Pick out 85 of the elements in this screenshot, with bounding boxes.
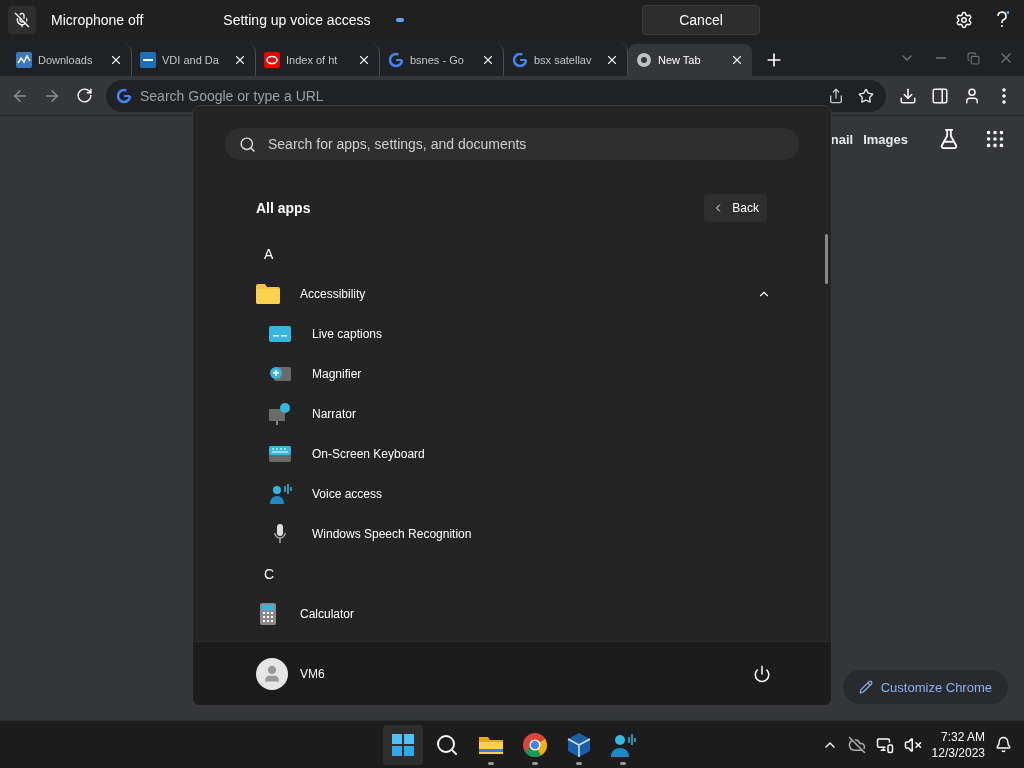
clock[interactable]: 7:32 AM 12/3/2023	[931, 728, 985, 761]
power-icon[interactable]	[753, 664, 771, 683]
app-row[interactable]: Narrator	[256, 394, 831, 434]
side-panel-icon	[931, 86, 949, 105]
taskbar-button[interactable]	[383, 725, 423, 765]
close-icon[interactable]	[605, 53, 619, 67]
search-field[interactable]: Search for apps, settings, and documents	[225, 128, 799, 160]
search-icon	[239, 136, 256, 153]
microphone-button[interactable]	[8, 6, 36, 34]
microphone-status: Microphone off	[51, 12, 144, 28]
google-favicon-icon	[116, 87, 132, 104]
tab-title: New Tab	[658, 54, 702, 66]
person-speaking-icon	[268, 482, 292, 506]
app-label: Windows Speech Recognition	[312, 527, 472, 541]
app-row[interactable]: Voice access	[256, 474, 831, 514]
flask-icon[interactable]	[938, 128, 960, 150]
cancel-button[interactable]: Cancel	[642, 5, 760, 35]
user-avatar[interactable]	[256, 657, 288, 690]
app-label: Live captions	[312, 327, 383, 341]
cloud-off-icon[interactable]	[847, 735, 866, 754]
tab-title: VDI and Da	[162, 54, 220, 66]
bell-icon[interactable]	[995, 736, 1012, 753]
customize-chrome-button[interactable]: Customize Chrome	[842, 670, 1008, 704]
chrome-favicon-icon	[636, 52, 652, 68]
tab-title: Index of ht	[286, 54, 339, 66]
share-icon[interactable]	[828, 87, 844, 104]
close-icon[interactable]	[481, 53, 495, 67]
muted-speaker-icon[interactable]	[903, 735, 922, 754]
section-title: All apps	[256, 200, 311, 216]
help-icon	[995, 11, 1009, 29]
tab-title: bsnes - Go	[410, 54, 465, 66]
folder-label: Accessibility	[300, 287, 366, 301]
cube-icon	[566, 732, 592, 758]
download-icon	[899, 86, 917, 105]
microphone-off-icon	[14, 12, 30, 28]
letter-heading[interactable]: C	[256, 554, 831, 594]
menu-icon	[1002, 87, 1006, 104]
app-row[interactable]: Live captions	[256, 314, 831, 354]
header-link[interactable]: nail	[830, 131, 854, 147]
voice-access-message: Setting up voice access	[223, 12, 371, 28]
app-row[interactable]: On-Screen Keyboard	[256, 434, 831, 474]
app-label: Voice access	[312, 487, 383, 501]
user-name: VM6	[300, 666, 325, 681]
app-row[interactable]: Calculator	[256, 594, 831, 634]
back-button[interactable]: Back	[704, 194, 767, 222]
letter-heading[interactable]: A	[256, 234, 831, 274]
app-label: Narrator	[312, 407, 356, 421]
square-favicon-icon	[140, 52, 156, 68]
pencil-icon	[858, 680, 873, 694]
apps-grid-icon[interactable]	[984, 128, 1006, 150]
person-icon	[963, 86, 981, 105]
narrator-icon	[268, 402, 292, 426]
close-icon[interactable]	[109, 53, 123, 67]
network-icon[interactable]	[875, 735, 894, 754]
app-label: Calculator	[300, 607, 355, 621]
progress-indicator-icon	[396, 18, 405, 22]
scrollbar-thumb[interactable]	[825, 234, 828, 284]
windows-logo-icon	[390, 732, 416, 758]
google-favicon-icon	[388, 52, 404, 68]
app-row[interactable]: Magnifier	[256, 354, 831, 394]
header-link[interactable]: Images	[863, 131, 908, 147]
person-speaking-icon	[610, 732, 636, 758]
folder-icon	[256, 284, 280, 304]
time: 7:32 AM	[940, 728, 985, 745]
folder-row[interactable]: Accessibility	[256, 274, 831, 314]
reload-icon	[75, 87, 93, 104]
star-icon[interactable]	[858, 87, 874, 104]
app-row[interactable]: Windows Speech Recognition	[256, 514, 831, 554]
ring-favicon-icon	[264, 52, 280, 68]
app-label: Magnifier	[312, 367, 362, 381]
tab-title: bsx satellav	[534, 54, 593, 66]
date: 12/3/2023	[931, 744, 985, 761]
tab-title: Downloads	[38, 54, 94, 66]
close-icon[interactable]	[730, 53, 744, 67]
restore-icon[interactable]	[967, 51, 980, 65]
browser-tab[interactable]: New Tab	[628, 44, 752, 76]
search-icon	[435, 733, 459, 757]
google-favicon-icon	[512, 52, 528, 68]
close-icon[interactable]	[233, 53, 247, 67]
chart-favicon-icon	[16, 52, 32, 68]
person-icon	[262, 663, 282, 684]
app-label: On-Screen Keyboard	[312, 447, 425, 461]
close-icon[interactable]	[357, 53, 371, 67]
chrome-icon	[522, 732, 548, 758]
settings-icon	[955, 11, 973, 29]
